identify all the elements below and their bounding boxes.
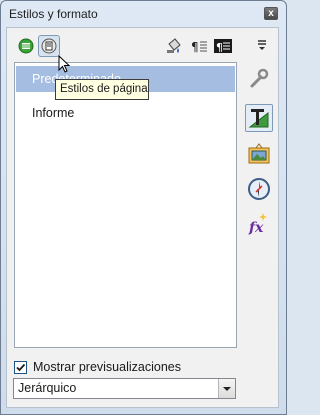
page-styles-button[interactable] [38,35,60,57]
show-previews-label: Mostrar previsualizaciones [33,360,181,374]
tooltip: Estilos de página [55,79,149,100]
view-mode-value: Jerárquico [18,381,77,395]
show-previews-checkbox[interactable] [14,361,27,374]
list-item-label: Informe [32,106,75,120]
tooltip-text: Estilos de página [60,83,148,95]
styles-and-formatting-icon [248,109,269,128]
window-title: Estilos y formato [9,7,98,21]
svg-text:¶: ¶ [216,41,223,54]
page-styles-icon [41,38,57,54]
navigator-compass-icon [248,178,270,200]
sidebar-functions-button[interactable]: fx [246,210,272,236]
close-icon: x [268,8,274,19]
paragraph-styles-button[interactable] [16,36,36,56]
svg-text:¶: ¶ [191,40,199,54]
update-style-icon: ¶ [214,39,232,54]
svg-text:fx: fx [248,220,264,236]
styles-actions-menu-button[interactable] [255,36,275,56]
close-button[interactable]: x [264,7,278,20]
update-style-button[interactable]: ¶ [213,36,233,56]
fill-format-icon [167,38,181,53]
styles-actions-menu-icon [258,40,266,50]
properties-wrench-icon [250,68,269,88]
sidebar-styles-button[interactable] [245,104,273,132]
sidebar-navigator-button[interactable] [246,176,272,202]
new-style-from-selection-button[interactable]: ¶ [189,36,209,56]
paragraph-styles-icon [18,38,34,54]
checkmark-icon [16,363,26,372]
view-mode-select[interactable]: Jerárquico [13,378,236,399]
view-mode-dropdown-button[interactable] [218,379,235,398]
styles-list[interactable]: Predeterminado Informe [14,62,237,348]
mouse-pointer-icon [58,55,71,73]
fill-format-button[interactable] [164,36,184,56]
functions-fx-icon: fx [248,213,267,236]
sidebar-gallery-button[interactable] [246,141,272,167]
chevron-down-icon [223,387,231,391]
sidebar-properties-button[interactable] [246,66,272,92]
list-item[interactable]: Informe [16,100,235,126]
title-bar[interactable]: Estilos y formato x [1,1,286,27]
gallery-icon [248,143,270,164]
new-style-from-selection-icon: ¶ [191,40,207,54]
